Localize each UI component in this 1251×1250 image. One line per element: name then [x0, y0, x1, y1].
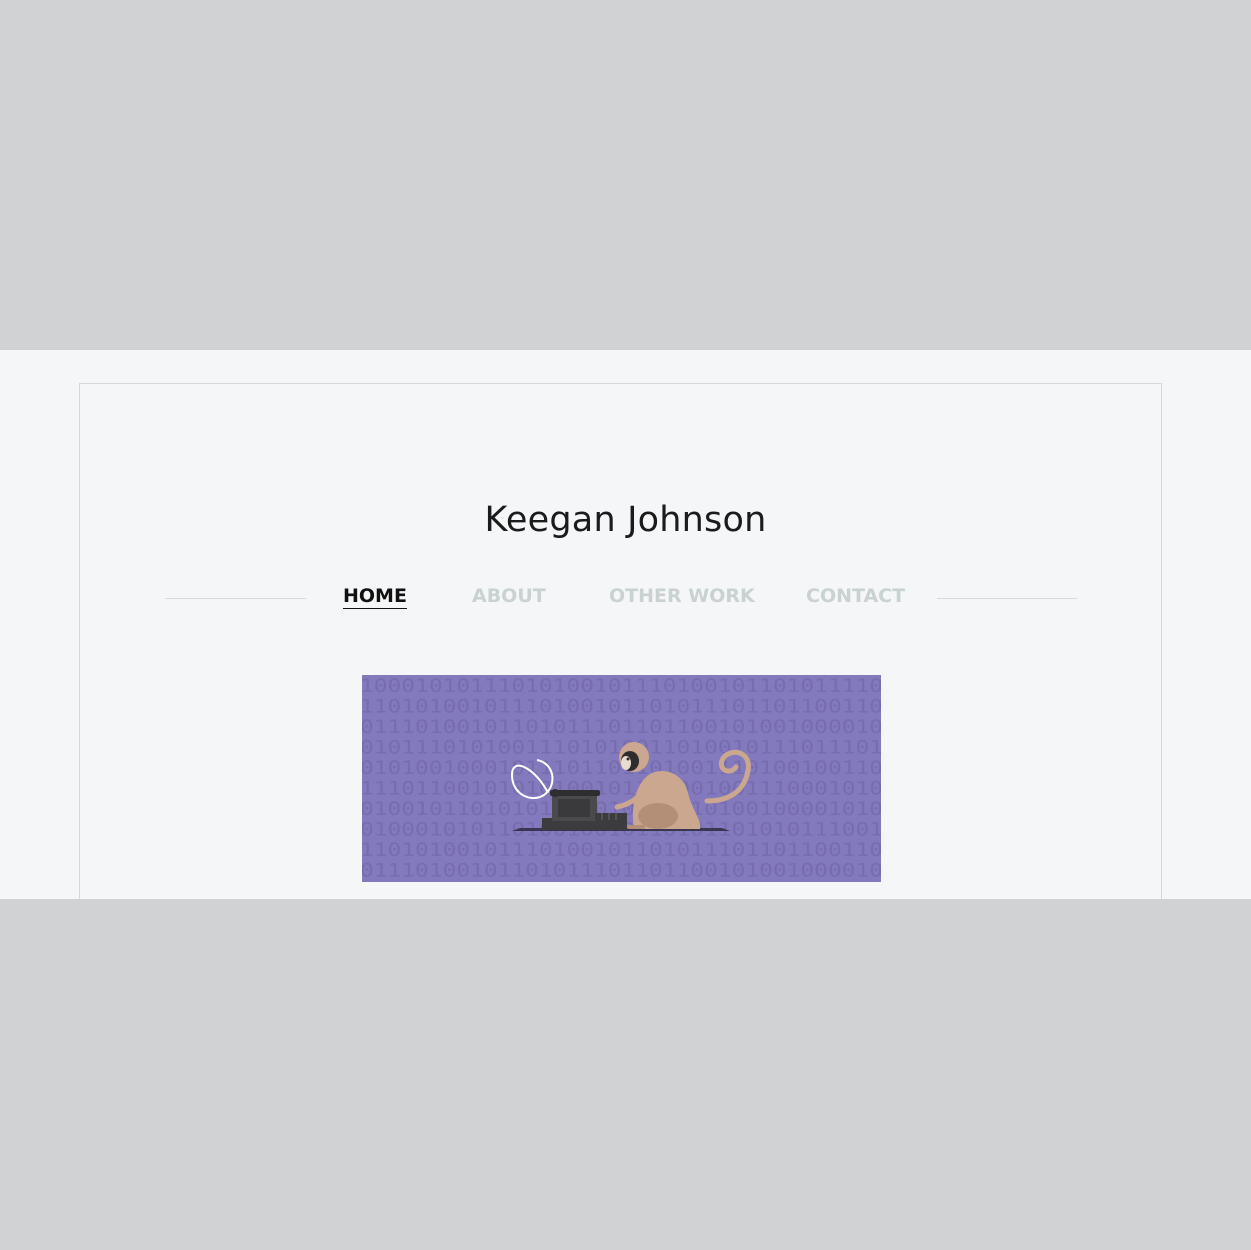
binary-row: 11010100101110100101101011101101100110: [362, 839, 881, 861]
binary-pattern: 1000101011101010010111010010110101111011…: [362, 675, 881, 882]
hero-image: 10001010111010100101110100101101011110 11…: [362, 675, 881, 882]
hero-illustration: 1000101011101010010111010010110101111011…: [362, 675, 881, 882]
binary-row: 10001010111010100101110100101101011110: [362, 675, 881, 697]
binary-row: 01110100101101011101101100101001000010: [362, 860, 881, 882]
page-content-band: Keegan Johnson HOME ABOUT OTHER WORK CON…: [0, 350, 1251, 899]
nav-item-about[interactable]: ABOUT: [472, 584, 546, 608]
nav-item-contact[interactable]: CONTACT: [806, 584, 905, 608]
nav-divider-left: [165, 598, 306, 599]
nav-item-home[interactable]: HOME: [343, 584, 407, 609]
binary-row: 11101100101010100101101001001110001010: [362, 778, 881, 800]
nav-divider-right: [937, 598, 1077, 599]
site-title[interactable]: Keegan Johnson: [0, 498, 1251, 542]
nav-item-other-work[interactable]: OTHER WORK: [609, 584, 755, 608]
binary-row: 11010100101110100101101011101101100110: [362, 696, 881, 718]
binary-row: 01110100101101011101101100101001000010: [362, 716, 881, 738]
